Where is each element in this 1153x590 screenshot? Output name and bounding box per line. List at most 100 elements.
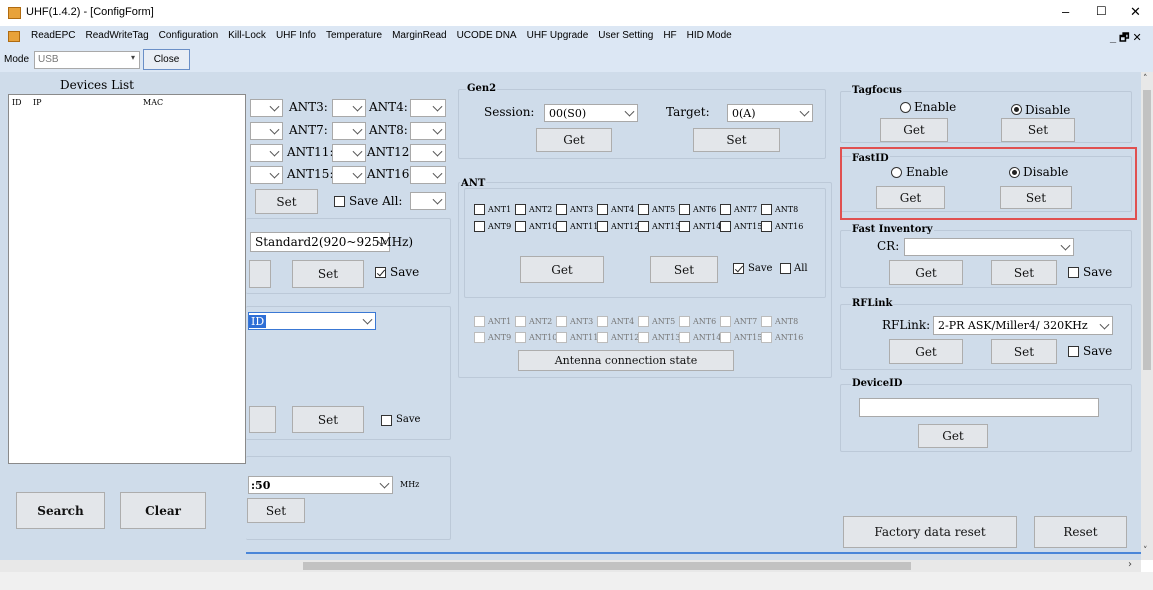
search-button[interactable]: Search bbox=[16, 492, 105, 529]
ant4-checkbox[interactable] bbox=[597, 204, 608, 215]
id-combo[interactable]: ID bbox=[248, 312, 376, 330]
ant7-checkbox[interactable] bbox=[720, 204, 731, 215]
ant-get-button[interactable]: Get bbox=[520, 256, 604, 283]
ant8-checkbox[interactable] bbox=[761, 204, 772, 215]
fastid-get-button[interactable]: Get bbox=[876, 186, 945, 209]
save-all-checkbox[interactable] bbox=[334, 196, 345, 207]
tagfocus-enable-radio[interactable] bbox=[900, 102, 911, 113]
menu-item-readepc[interactable]: ReadEPC bbox=[26, 30, 80, 41]
menu-item-uhf-upgrade[interactable]: UHF Upgrade bbox=[522, 30, 594, 41]
ant6-checkbox[interactable] bbox=[679, 204, 690, 215]
region-save-checkbox[interactable] bbox=[375, 267, 386, 278]
ant10-checkbox[interactable] bbox=[515, 221, 526, 232]
antenna-connection-state-button[interactable]: Antenna connection state bbox=[518, 350, 734, 371]
menu-item-user-setting[interactable]: User Setting bbox=[593, 30, 658, 41]
deviceid-field[interactable] bbox=[859, 398, 1099, 417]
menu-item-temperature[interactable]: Temperature bbox=[321, 30, 387, 41]
factory-reset-button[interactable]: Factory data reset bbox=[843, 516, 1017, 548]
ant2-checkbox[interactable] bbox=[515, 204, 526, 215]
id-set-button[interactable]: Set bbox=[292, 406, 364, 433]
ant3-combo[interactable] bbox=[332, 99, 366, 117]
ant16-checkbox[interactable] bbox=[761, 221, 772, 232]
ant-power-set-button[interactable]: Set bbox=[255, 189, 318, 214]
fast-inventory-set-button[interactable]: Set bbox=[991, 260, 1057, 285]
clear-button[interactable]: Clear bbox=[120, 492, 206, 529]
ant4-combo[interactable] bbox=[410, 99, 446, 117]
menu-item-hid-mode[interactable]: HID Mode bbox=[682, 30, 737, 41]
close-window-button[interactable]: ✕ bbox=[1130, 4, 1141, 20]
ant14-checkbox[interactable] bbox=[679, 221, 690, 232]
horizontal-scrollbar[interactable]: › bbox=[0, 559, 1141, 572]
ant12-checkbox[interactable] bbox=[597, 221, 608, 232]
scroll-right-icon[interactable]: › bbox=[1128, 559, 1132, 570]
ant-set-button[interactable]: Set bbox=[650, 256, 718, 283]
fast-inventory-get-button[interactable]: Get bbox=[889, 260, 963, 285]
ant15-checkbox[interactable] bbox=[720, 221, 731, 232]
reset-button[interactable]: Reset bbox=[1034, 516, 1127, 548]
rflink-set-button[interactable]: Set bbox=[991, 339, 1057, 364]
menu-item-ucode-dna[interactable]: UCODE DNA bbox=[452, 30, 522, 41]
scroll-down-icon[interactable]: ˅ bbox=[1143, 546, 1148, 556]
vertical-scrollbar[interactable]: ˄ ˅ bbox=[1141, 72, 1153, 560]
session-combo[interactable]: 00(S0) bbox=[544, 104, 638, 122]
ant7-combo[interactable] bbox=[332, 122, 366, 140]
fastid-disable-radio[interactable] bbox=[1009, 167, 1020, 178]
devices-list[interactable]: ID IP MAC bbox=[8, 94, 246, 464]
mdi-controls[interactable]: _ 🗗 ✕ bbox=[1110, 29, 1142, 48]
ant13-checkbox[interactable] bbox=[638, 221, 649, 232]
menu-item-marginread[interactable]: MarginRead bbox=[387, 30, 451, 41]
mode-select[interactable]: USB ▾ bbox=[34, 51, 140, 69]
ant-combo-14[interactable] bbox=[250, 166, 283, 184]
ant15-combo[interactable] bbox=[332, 166, 366, 184]
freq-set-button[interactable]: Set bbox=[247, 498, 305, 523]
gen2-get-button[interactable]: Get bbox=[536, 128, 612, 152]
ant-combo-6[interactable] bbox=[250, 122, 283, 140]
menu-item-kill-lock[interactable]: Kill-Lock bbox=[223, 30, 271, 41]
ant-all-checkbox[interactable] bbox=[780, 263, 791, 274]
ant3-checkbox[interactable] bbox=[556, 204, 567, 215]
tagfocus-get-button[interactable]: Get bbox=[880, 118, 948, 142]
cr-combo[interactable] bbox=[904, 238, 1074, 256]
horizontal-scroll-thumb[interactable] bbox=[303, 562, 911, 570]
tagfocus-set-button[interactable]: Set bbox=[1001, 118, 1075, 142]
fastid-enable-radio[interactable] bbox=[891, 167, 902, 178]
region-combo[interactable]: Standard2(920~925MHz) bbox=[250, 232, 413, 252]
col-mac[interactable]: MAC bbox=[143, 98, 163, 107]
col-id[interactable]: ID bbox=[12, 98, 22, 107]
col-ip[interactable]: IP bbox=[33, 98, 42, 107]
ant11-checkbox[interactable] bbox=[556, 221, 567, 232]
ant-save-checkbox[interactable] bbox=[733, 263, 744, 274]
ant-combo-10[interactable] bbox=[250, 144, 283, 162]
close-button[interactable]: Close bbox=[143, 49, 190, 70]
freq-combo[interactable]: :50 bbox=[248, 476, 393, 494]
scroll-up-icon[interactable]: ˄ bbox=[1143, 74, 1148, 84]
rflink-save-checkbox[interactable] bbox=[1068, 346, 1079, 357]
minimize-button[interactable]: – bbox=[1062, 4, 1069, 19]
gen2-set-button[interactable]: Set bbox=[693, 128, 780, 152]
ant5-checkbox[interactable] bbox=[638, 204, 649, 215]
fast-inventory-save-checkbox[interactable] bbox=[1068, 267, 1079, 278]
ant9-checkbox[interactable] bbox=[474, 221, 485, 232]
vertical-scroll-thumb[interactable] bbox=[1143, 90, 1151, 370]
maximize-button[interactable]: ☐ bbox=[1096, 4, 1107, 18]
ant11-combo[interactable] bbox=[332, 144, 366, 162]
ant-combo-2[interactable] bbox=[250, 99, 283, 117]
ant12-combo[interactable] bbox=[410, 144, 446, 162]
save-all-combo[interactable] bbox=[410, 192, 446, 210]
menu-item-configuration[interactable]: Configuration bbox=[154, 30, 223, 41]
rflink-combo[interactable]: 2-PR ASK/Miller4/ 320KHz bbox=[933, 316, 1113, 335]
ant1-checkbox[interactable] bbox=[474, 204, 485, 215]
region-set-button[interactable]: Set bbox=[292, 260, 364, 288]
menu-item-uhf-info[interactable]: UHF Info bbox=[271, 30, 321, 41]
rflink-get-button[interactable]: Get bbox=[889, 339, 963, 364]
menu-item-hf[interactable]: HF bbox=[658, 30, 681, 41]
id-save-checkbox[interactable] bbox=[381, 415, 392, 426]
ant16-combo[interactable] bbox=[410, 166, 446, 184]
fastid-set-button[interactable]: Set bbox=[1000, 186, 1072, 209]
menu-item-readwritetag[interactable]: ReadWriteTag bbox=[80, 30, 153, 41]
deviceid-get-button[interactable]: Get bbox=[918, 424, 988, 448]
tagfocus-disable-radio[interactable] bbox=[1011, 104, 1022, 115]
target-combo[interactable]: 0(A) bbox=[727, 104, 813, 122]
id-blank-button[interactable] bbox=[249, 406, 276, 433]
region-blank-button[interactable] bbox=[249, 260, 271, 288]
